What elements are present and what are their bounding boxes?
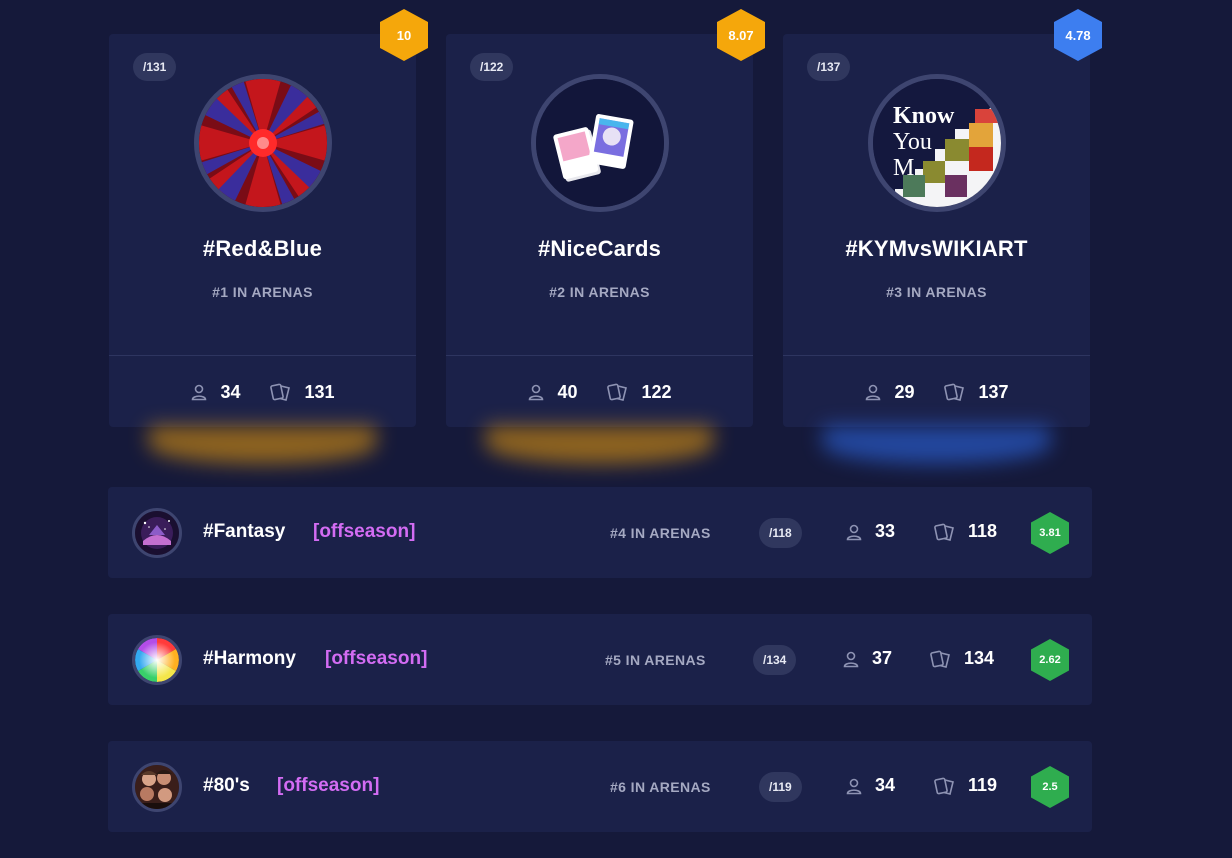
members-count: 37 <box>872 648 893 668</box>
card-glow <box>823 426 1050 464</box>
score-badge: 3.81 <box>1031 512 1069 554</box>
spiral-artwork-image <box>199 79 327 207</box>
offseason-label: [offseason] <box>313 521 416 542</box>
arena-title[interactable]: #NiceCards <box>446 236 753 262</box>
members-stat: 33 <box>845 521 895 542</box>
members-count: 29 <box>894 381 915 402</box>
cards-count-pill: /131 <box>133 53 177 81</box>
cards-count: 134 <box>964 648 995 668</box>
arena-rank: #2 IN ARENAS <box>549 284 650 300</box>
color-wheel-image <box>135 638 179 682</box>
arena-title[interactable]: #Harmony <box>203 648 296 670</box>
arena-stats: 34 131 <box>109 380 416 404</box>
arena-card-1[interactable]: /131 #Red&Blue #1 IN ARENAS 34 131 10 <box>109 9 428 464</box>
arena-avatar[interactable] <box>531 74 669 212</box>
score-badge: 2.62 <box>1031 639 1069 681</box>
cards-artwork-image <box>536 79 664 207</box>
cards-count-pill: /122 <box>470 53 514 81</box>
arena-row-5[interactable]: #Harmony [offseason] #5 IN ARENAS /134 3… <box>108 614 1092 705</box>
cards-stat: 119 <box>934 775 997 796</box>
score-badge: 2.5 <box>1031 766 1069 808</box>
arena-rank: #3 IN ARENAS <box>886 284 987 300</box>
kym-logo-text-3: M <box>893 155 914 181</box>
kym-logo-text-1: Know <box>893 103 955 129</box>
arena-avatar[interactable] <box>132 508 182 558</box>
eighties-band-photo-image <box>135 765 179 809</box>
members-count: 33 <box>875 521 896 541</box>
cards-stat: 122 <box>607 381 672 403</box>
score-badge: 8.07 <box>717 9 765 61</box>
arena-stats: 40 122 <box>446 380 753 404</box>
user-icon <box>846 524 862 540</box>
arena-row-6[interactable]: #80's [offseason] #6 IN ARENAS /119 34 1… <box>108 741 1092 832</box>
cards-count-pill: /137 <box>807 53 851 81</box>
arena-stats: 29 137 <box>783 380 1090 404</box>
offseason-label: [offseason] <box>325 648 428 669</box>
cards-count: 118 <box>968 521 998 541</box>
cards-stat: 137 <box>944 381 1009 403</box>
arena-title[interactable]: #KYMvsWIKIART <box>783 236 1090 262</box>
cards-count: 119 <box>968 775 998 795</box>
arena-rank: #6 IN ARENAS <box>610 779 711 795</box>
members-stat: 37 <box>842 648 892 669</box>
score-badge: 4.78 <box>1054 9 1102 61</box>
card-glow <box>149 426 376 464</box>
cards-icon <box>934 523 954 541</box>
members-stat: 40 <box>527 382 577 403</box>
cards-count: 122 <box>641 381 672 402</box>
cards-icon <box>270 383 291 401</box>
kym-logo-image: Know You M <box>873 79 1001 207</box>
user-icon <box>192 384 207 401</box>
arena-rank: #1 IN ARENAS <box>212 284 313 300</box>
cards-count-pill: /118 <box>759 518 802 548</box>
user-icon <box>529 384 544 401</box>
arena-avatar[interactable] <box>132 635 182 685</box>
user-icon <box>866 384 881 401</box>
cards-count-pill: /119 <box>759 772 802 802</box>
card-glow <box>486 426 713 464</box>
cards-icon <box>607 383 628 401</box>
arena-card-2[interactable]: /122 #NiceCards #2 IN ARENAS 40 122 8.07 <box>446 9 765 464</box>
arena-card-3[interactable]: /137 Know You M #KYMvsWIKIART #3 IN AREN… <box>783 9 1102 464</box>
user-icon <box>843 651 859 667</box>
score-badge: 10 <box>380 9 428 61</box>
arena-avatar[interactable]: Know You M <box>868 74 1006 212</box>
arena-title[interactable]: #80's <box>203 775 250 797</box>
cards-count: 131 <box>304 381 335 402</box>
cards-stat: 131 <box>270 381 335 403</box>
cards-icon <box>930 650 950 668</box>
members-count: 34 <box>220 381 241 402</box>
arena-avatar[interactable] <box>132 762 182 812</box>
cards-count: 137 <box>978 381 1009 402</box>
members-stat: 29 <box>864 382 914 403</box>
arena-rank: #5 IN ARENAS <box>605 652 706 668</box>
members-count: 34 <box>875 775 896 795</box>
fantasy-artwork-image <box>135 511 179 555</box>
divider <box>446 355 753 356</box>
arena-rank: #4 IN ARENAS <box>610 525 711 541</box>
arena-title[interactable]: #Red&Blue <box>109 236 416 262</box>
divider <box>109 355 416 356</box>
offseason-label: [offseason] <box>277 775 380 796</box>
kym-logo-text-2: You <box>893 129 932 155</box>
members-stat: 34 <box>190 382 240 403</box>
cards-stat: 118 <box>934 521 997 542</box>
members-stat: 34 <box>845 775 895 796</box>
members-count: 40 <box>557 381 578 402</box>
cards-stat: 134 <box>930 648 994 669</box>
cards-icon <box>944 383 965 401</box>
arena-title[interactable]: #Fantasy <box>203 521 285 543</box>
cards-count-pill: /134 <box>753 645 797 675</box>
arenas-leaderboard: /131 #Red&Blue #1 IN ARENAS 34 131 10 /1… <box>0 0 1232 858</box>
arena-avatar[interactable] <box>194 74 332 212</box>
divider <box>783 355 1090 356</box>
cards-icon <box>934 777 954 795</box>
user-icon <box>846 778 862 794</box>
arena-row-4[interactable]: #Fantasy [offseason] #4 IN ARENAS /118 3… <box>108 487 1092 578</box>
